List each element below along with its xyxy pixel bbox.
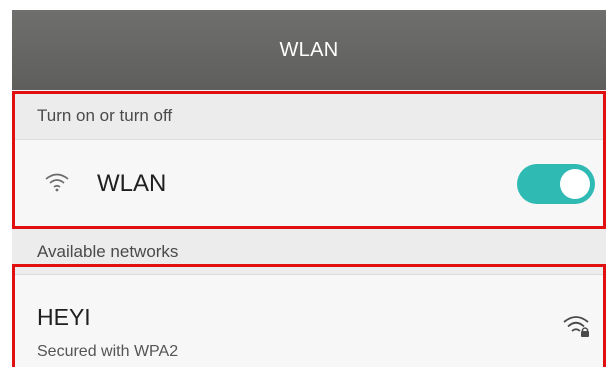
wifi-icon (45, 173, 69, 192)
title-bar: WLAN (12, 10, 606, 90)
wlan-toggle-switch[interactable] (517, 164, 595, 204)
wlan-label: WLAN (97, 170, 167, 197)
section-header-toggle: Turn on or turn off (12, 92, 606, 140)
network-item[interactable]: HEYI Secured with WPA2 (12, 275, 606, 367)
section-header-networks: Available networks (12, 229, 606, 275)
page-title: WLAN (279, 38, 339, 61)
network-security: Secured with WPA2 (37, 343, 179, 360)
network-name: HEYI (37, 304, 91, 330)
wifi-lock-icon (563, 316, 589, 337)
toggle-knob (560, 169, 590, 199)
wlan-toggle-row[interactable]: WLAN (12, 140, 606, 228)
